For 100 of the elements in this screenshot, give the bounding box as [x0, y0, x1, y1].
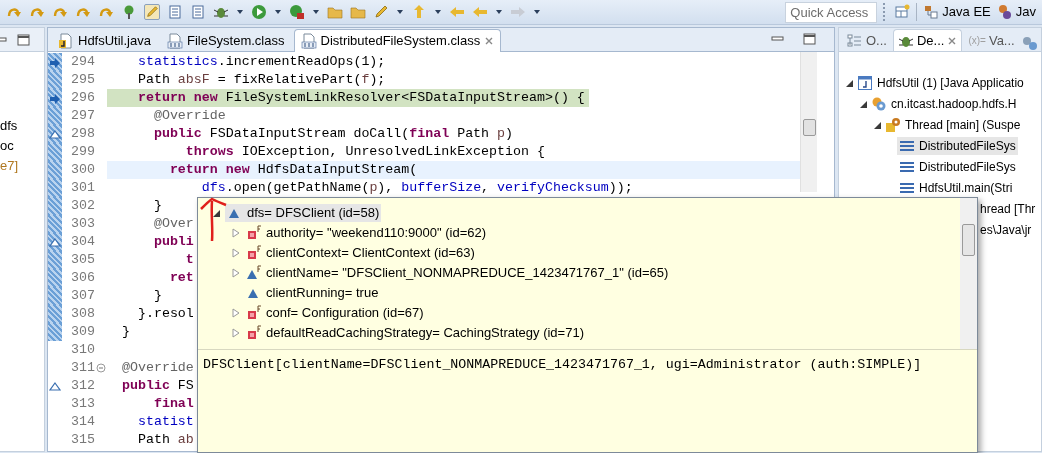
code-line: @Over: [152, 215, 195, 233]
tree-item[interactable]: Thread [main] (Suspe: [883, 115, 1023, 134]
open-perspective-icon[interactable]: [894, 4, 911, 20]
pencil-icon[interactable]: [373, 4, 389, 20]
run-icon[interactable]: [289, 4, 305, 20]
code-line: final: [152, 395, 195, 413]
line-number: 302: [70, 197, 95, 215]
line-number: 311: [70, 359, 95, 377]
line-number: 304: [70, 233, 95, 251]
page-icon[interactable]: [167, 4, 183, 20]
code-line: statist: [136, 413, 195, 431]
line-number: 315: [70, 431, 95, 449]
editor-tab[interactable]: FileSystem.class: [159, 29, 292, 51]
line-number: 314: [70, 413, 95, 431]
maximize-icon[interactable]: [16, 31, 32, 48]
line-number: 310: [70, 341, 95, 359]
line-number: 301: [70, 179, 95, 197]
folder-icon[interactable]: [327, 4, 343, 20]
view-tab[interactable]: O...: [842, 29, 892, 51]
file-icon: [58, 32, 74, 49]
code-line: Path absF = fixRelativePart(f);: [136, 71, 387, 89]
collapse-icon[interactable]: [96, 363, 106, 373]
line-number: 296: [70, 89, 95, 107]
square-icon: [246, 325, 262, 341]
code-line: dfs.open(getPathName(p), bufferSize, verifyChecksum));: [200, 179, 634, 197]
tree-item[interactable]: clientName= "DFSClient_NONMAPREDUCE_1423471767_1" (id=65): [244, 264, 671, 282]
line-number: 312: [70, 377, 95, 395]
editor-tab[interactable]: HdfsUtil.java: [51, 29, 158, 51]
line-number: 307: [70, 287, 95, 305]
line-number: 306: [70, 269, 95, 287]
tree-item[interactable]: cn.itcast.hadoop.hdfs.H: [869, 94, 1019, 113]
line-number: 300: [70, 161, 95, 179]
detail-text: DFSClient[clientName=DFSClient_NONMAPREDUCE_1423471767_1, ugi=Administrator (auth:SIMPLE)]: [202, 356, 923, 374]
tree-item[interactable]: conf= Configuration (id=67): [244, 304, 426, 322]
code-line: @Override: [152, 107, 227, 125]
caret-icon[interactable]: [212, 208, 222, 218]
maximize-icon[interactable]: [802, 31, 818, 47]
line-number: 295: [70, 71, 95, 89]
vertical-scrollbar[interactable]: [960, 198, 977, 349]
editor-tab[interactable]: DistributedFileSystem.class: [293, 29, 502, 52]
left-arrow-icon[interactable]: [472, 4, 488, 20]
code-line: statistics.incrementReadOps(1);: [136, 53, 387, 71]
tree-item[interactable]: hread [Thr: [978, 199, 1038, 218]
page-icon[interactable]: [190, 4, 206, 20]
code-line: }.resol: [136, 305, 195, 323]
close-icon[interactable]: [947, 35, 958, 46]
folder-icon[interactable]: [350, 4, 366, 20]
line-number: 303: [70, 215, 95, 233]
file-icon: [300, 33, 317, 49]
line-number: 297: [70, 107, 95, 125]
triangle-icon: [246, 265, 262, 281]
tree-item[interactable]: defaultReadCachingStrategy= CachingStrategy (id=71): [244, 324, 586, 342]
tree-item[interactable]: es\Java\jr: [978, 220, 1034, 239]
tree-item-text[interactable]: oc: [0, 136, 44, 156]
code-line: }: [121, 323, 131, 341]
right-arrow-icon[interactable]: [510, 4, 526, 20]
perspective-button[interactable]: Java EE: [923, 2, 997, 22]
tree-item[interactable]: HdfsUtil (1) [Java Applicatio: [855, 73, 1026, 92]
left-arrow-icon[interactable]: [449, 4, 465, 20]
code-line: Path ab: [136, 431, 195, 449]
code-line: publi: [152, 233, 195, 251]
tree-item[interactable]: DistributedFileSys: [897, 136, 1018, 155]
code-line: @Override: [121, 359, 195, 377]
play-icon[interactable]: [251, 4, 267, 20]
line-number: 313: [70, 395, 95, 413]
perspective-button[interactable]: Jav: [996, 2, 1042, 22]
search-field[interactable]: Quick Access: [785, 1, 878, 23]
code-line: public FSDataInputStream doCall(final Path p): [152, 125, 515, 143]
code-line: ret: [168, 269, 195, 287]
tree-item[interactable]: dfs= DFSClient (id=58): [225, 204, 382, 222]
file-icon: [166, 32, 183, 49]
code-line: public FS: [121, 377, 195, 395]
line-number: 308: [70, 305, 95, 323]
tree-item[interactable]: DistributedFileSys: [897, 157, 1018, 176]
square-icon: [246, 225, 262, 241]
view-tab[interactable]: (x)= Va...: [963, 29, 1020, 51]
tree-item[interactable]: clientContext= ClientContext (id=63): [244, 244, 477, 262]
vertical-scrollbar[interactable]: [800, 52, 817, 192]
tree-item[interactable]: HdfsUtil.main(Stri: [897, 178, 1015, 197]
line-number: 299: [70, 143, 95, 161]
line-number: 305: [70, 251, 95, 269]
view-tab[interactable]: De...: [892, 29, 963, 51]
circles-icon: [871, 95, 887, 112]
square-icon: [246, 305, 262, 321]
code-line: }: [152, 287, 163, 305]
tree-item-text[interactable]: e7]: [0, 156, 44, 176]
tree-item[interactable]: authority= "weekend110:9000" (id=62): [244, 224, 489, 242]
pencil-icon[interactable]: [144, 4, 160, 20]
code-line: throws IOException, UnresolvedLinkException {: [184, 143, 546, 161]
tree-item[interactable]: clientRunning= true: [244, 284, 381, 302]
square-icon: [246, 245, 262, 261]
code-line: return new HdfsDataInputStream(: [168, 161, 419, 179]
line-number: 309: [70, 323, 95, 341]
tree-item-text[interactable]: dfs: [0, 116, 44, 136]
code-line: t: [184, 251, 195, 269]
code-line: }: [152, 197, 163, 215]
line-number: 298: [70, 125, 95, 143]
outline-icon: [847, 32, 863, 49]
variables-icon: (x)=: [968, 33, 986, 48]
close-icon[interactable]: [484, 36, 495, 46]
